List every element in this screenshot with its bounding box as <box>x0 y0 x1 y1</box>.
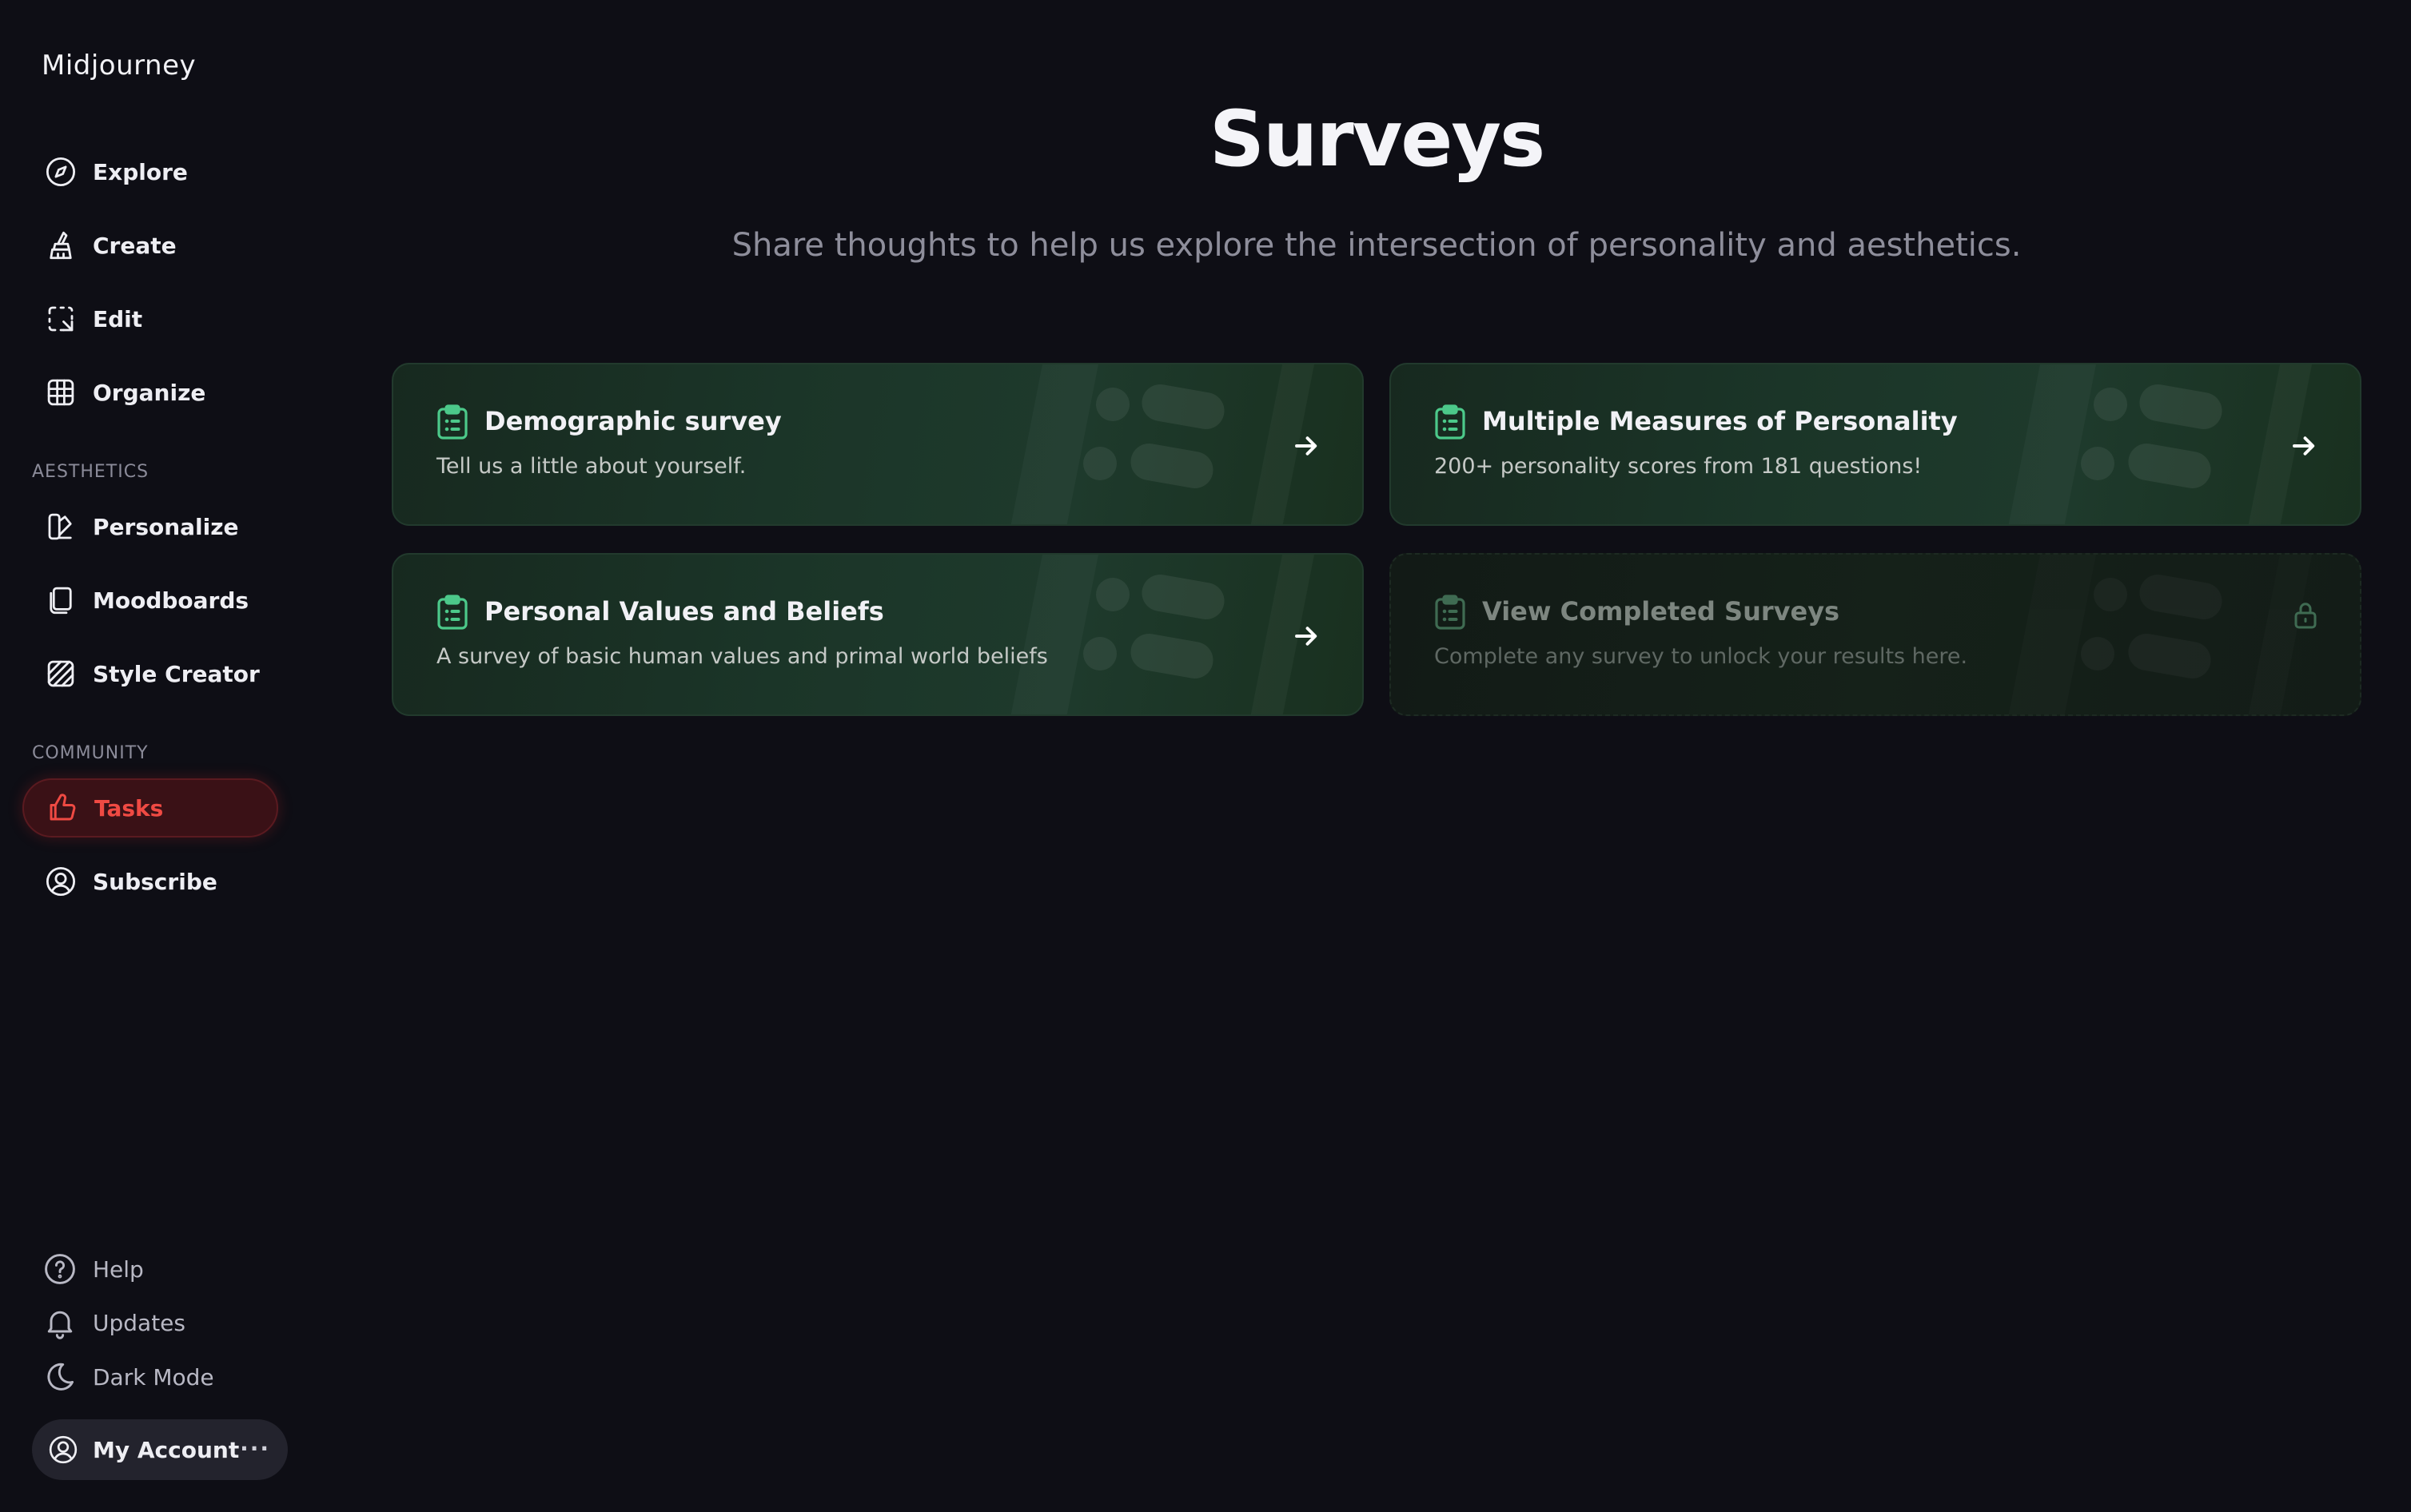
grid-icon <box>43 375 78 410</box>
brush-icon <box>43 228 78 263</box>
thumbs-up-icon <box>45 790 80 826</box>
dark-mode-label: Dark Mode <box>93 1363 214 1391</box>
page-subtitle: Share thoughts to help us explore the in… <box>731 227 2022 264</box>
survey-card-values-beliefs[interactable]: Personal Values and Beliefs A survey of … <box>392 553 1364 716</box>
sidebar-item-label: Organize <box>93 379 206 406</box>
arrow-right-icon[interactable] <box>1292 622 1321 651</box>
edit-selection-icon <box>43 301 78 336</box>
section-label-community: COMMUNITY <box>32 743 149 763</box>
card-title: Demographic survey <box>484 406 782 436</box>
sidebar-item-tasks[interactable]: Tasks <box>22 778 278 838</box>
sidebar-item-label: Subscribe <box>93 868 217 895</box>
card-description: A survey of basic human values and prima… <box>436 644 1048 669</box>
clipboard-icon <box>1435 404 1465 440</box>
sidebar: Midjourney Explore Create Edit Organize … <box>0 0 312 1512</box>
updates-label: Updates <box>93 1309 185 1336</box>
sidebar-item-organize[interactable]: Organize <box>22 363 278 422</box>
sidebar-item-personalize[interactable]: Personalize <box>22 497 278 556</box>
lock-icon <box>2294 603 2317 629</box>
survey-card-demographic[interactable]: Demographic survey Tell us a little abou… <box>392 363 1364 526</box>
card-description: Complete any survey to unlock your resul… <box>1434 644 1968 669</box>
card-title: Multiple Measures of Personality <box>1482 406 1958 436</box>
user-circle-icon <box>46 1433 80 1466</box>
sidebar-item-explore[interactable]: Explore <box>22 142 278 201</box>
clipboard-icon <box>437 595 468 630</box>
moodboards-icon <box>43 583 78 618</box>
help-label: Help <box>93 1255 144 1283</box>
clipboard-icon <box>437 404 468 440</box>
sidebar-item-label: Create <box>93 232 177 259</box>
sidebar-item-style-creator[interactable]: Style Creator <box>22 644 278 703</box>
section-label-aesthetics: AESTHETICS <box>32 462 149 482</box>
sidebar-item-label: Edit <box>93 305 143 332</box>
dark-mode-toggle[interactable]: Dark Mode <box>42 1355 214 1399</box>
sidebar-item-label: Tasks <box>94 794 164 822</box>
sidebar-item-create[interactable]: Create <box>22 216 278 275</box>
sidebar-item-label: Explore <box>93 158 188 185</box>
updates-link[interactable]: Updates <box>42 1301 185 1344</box>
survey-card-view-completed: View Completed Surveys Complete any surv… <box>1389 553 2361 716</box>
style-creator-icon <box>43 656 78 691</box>
help-icon <box>42 1251 78 1287</box>
compass-icon <box>43 154 78 189</box>
sidebar-item-label: Personalize <box>93 513 239 540</box>
bell-icon <box>42 1304 78 1341</box>
card-description: Tell us a little about yourself. <box>436 454 747 479</box>
sidebar-item-label: Style Creator <box>93 660 260 687</box>
more-options-icon[interactable]: ··· <box>240 1435 270 1462</box>
survey-card-personality[interactable]: Multiple Measures of Personality 200+ pe… <box>1389 363 2361 526</box>
card-description: 200+ personality scores from 181 questio… <box>1434 454 1923 479</box>
card-title: Personal Values and Beliefs <box>484 596 884 627</box>
sidebar-item-label: Moodboards <box>93 587 249 614</box>
arrow-right-icon[interactable] <box>1292 432 1321 460</box>
account-label: My Account <box>93 1436 240 1463</box>
sidebar-item-edit[interactable]: Edit <box>22 289 278 348</box>
sidebar-item-subscribe[interactable]: Subscribe <box>22 852 278 911</box>
sidebar-item-moodboards[interactable]: Moodboards <box>22 571 278 630</box>
card-title: View Completed Surveys <box>1482 596 1840 627</box>
help-link[interactable]: Help <box>42 1247 144 1291</box>
clipboard-icon <box>1435 595 1465 630</box>
moon-icon <box>42 1359 78 1395</box>
user-circle-icon <box>43 864 78 899</box>
page-title: Surveys <box>1209 94 1545 184</box>
my-account-button[interactable]: My Account ··· <box>32 1419 288 1480</box>
brand-logo[interactable]: Midjourney <box>42 50 196 82</box>
card-decoration <box>2008 555 2312 714</box>
arrow-right-icon[interactable] <box>2289 432 2318 460</box>
personalize-icon <box>43 509 78 544</box>
